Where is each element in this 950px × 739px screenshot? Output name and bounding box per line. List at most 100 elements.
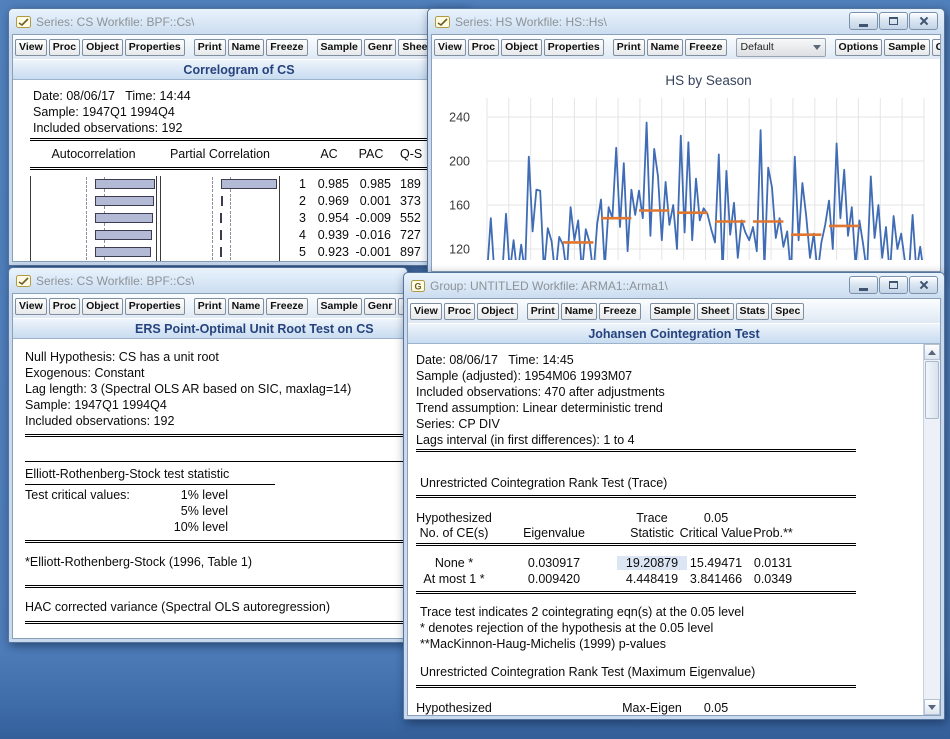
toolbar-button-print[interactable]: Print bbox=[194, 39, 226, 56]
correlogram-window: Series: CS Workfile: BPF::Cs\ ViewProcOb… bbox=[8, 8, 470, 266]
toolbar-button-options[interactable]: Options bbox=[835, 39, 883, 56]
pac-value: 0.001 bbox=[351, 193, 391, 210]
toolbar-button-spec[interactable]: Spec bbox=[771, 303, 804, 320]
toolbar-button-print[interactable]: Print bbox=[194, 298, 226, 315]
toolbar-button-print[interactable]: Print bbox=[527, 303, 559, 320]
table-header-cell: 0.05 bbox=[651, 510, 781, 526]
scroll-thumb[interactable] bbox=[925, 361, 939, 419]
toolbar-button-view[interactable]: View bbox=[434, 39, 466, 56]
toolbar-button-view[interactable]: View bbox=[15, 298, 47, 315]
ac-bar-cell bbox=[30, 210, 157, 227]
toolbar-button-freeze[interactable]: Freeze bbox=[685, 39, 726, 56]
toolbar-button-freeze[interactable]: Freeze bbox=[266, 39, 307, 56]
titlebar[interactable]: Series: HS Workfile: HS::Hs\ bbox=[428, 9, 944, 34]
graph-type-combo[interactable]: Default bbox=[736, 38, 826, 57]
arrow-up-icon bbox=[928, 350, 936, 355]
lag-number: 1 bbox=[288, 176, 306, 193]
lag-number: 4 bbox=[288, 227, 306, 244]
close-button[interactable] bbox=[909, 276, 938, 294]
toolbar-button-view[interactable]: View bbox=[15, 39, 47, 56]
lag-number: 5 bbox=[288, 244, 306, 261]
view-header-label: Johansen Cointegration Test bbox=[588, 327, 759, 341]
toolbar-button-object[interactable]: Object bbox=[501, 39, 542, 56]
table-header-cell: Hypothesized bbox=[408, 700, 519, 715]
maximize-button[interactable] bbox=[879, 12, 908, 30]
table-header-cell: Hypothesized bbox=[408, 510, 519, 526]
toolbar-button-freeze[interactable]: Freeze bbox=[599, 303, 640, 320]
titlebar[interactable]: Series: CS Workfile: BPF::Cs\ bbox=[9, 268, 407, 293]
footnote-label: *Elliott-Rothenberg-Stock (1996, Table 1… bbox=[25, 554, 252, 570]
toolbar-button-properties[interactable]: Properties bbox=[125, 39, 185, 56]
caption-buttons bbox=[849, 12, 938, 30]
close-button[interactable] bbox=[909, 12, 938, 30]
pac-bar bbox=[221, 196, 223, 206]
pac-bar-cell bbox=[160, 210, 280, 227]
pac-bar-cell bbox=[160, 244, 280, 261]
toolbar-button-stats[interactable]: Stats bbox=[736, 303, 770, 320]
toolbar-button-name[interactable]: Name bbox=[647, 39, 684, 56]
confidence-bound bbox=[230, 228, 231, 243]
toolbar: ViewProcObjectProperties PrintNameFreeze S… bbox=[13, 294, 403, 319]
titlebar[interactable]: Series: CS Workfile: BPF::Cs\ bbox=[9, 9, 469, 34]
toolbar-button-properties[interactable]: Properties bbox=[544, 39, 604, 56]
scroll-up-button[interactable] bbox=[924, 344, 940, 360]
toolbar-button-proc[interactable]: Proc bbox=[49, 298, 80, 315]
toolbar-button-properties[interactable]: Properties bbox=[125, 298, 185, 315]
confidence-bound bbox=[212, 177, 213, 192]
toolbar-button-sheet[interactable]: Sheet bbox=[697, 303, 734, 320]
scroll-down-button[interactable] bbox=[924, 699, 940, 715]
ac-bar bbox=[95, 230, 152, 240]
text-line: Null Hypothesis: CS has a unit root bbox=[25, 349, 351, 365]
view-header-label: ERS Point-Optimal Unit Root Test on CS bbox=[135, 322, 374, 336]
view-header: ERS Point-Optimal Unit Root Test on CS bbox=[13, 319, 403, 339]
lag-number: 2 bbox=[288, 193, 306, 210]
confidence-bound bbox=[212, 228, 213, 243]
info-lines: Null Hypothesis: CS has a unit rootExoge… bbox=[25, 349, 351, 429]
maximize-button[interactable] bbox=[879, 276, 908, 294]
toolbar-button-genr[interactable]: Genr bbox=[364, 298, 397, 315]
toolbar-button-proc[interactable]: Proc bbox=[468, 39, 499, 56]
confidence-bound bbox=[86, 228, 87, 243]
ac-bar-cell bbox=[30, 244, 157, 261]
toolbar-button-freeze[interactable]: Freeze bbox=[266, 298, 307, 315]
toolbar-button-genr[interactable]: Genr bbox=[364, 39, 397, 56]
toolbar-button-genr[interactable]: Genr bbox=[932, 39, 940, 56]
minimize-button[interactable] bbox=[849, 12, 878, 30]
toolbar-button-object[interactable]: Object bbox=[82, 298, 123, 315]
confidence-bound bbox=[212, 245, 213, 260]
confidence-bound bbox=[212, 211, 213, 226]
ac-value: 0.969 bbox=[309, 193, 349, 210]
pac-bar-cell bbox=[160, 176, 280, 193]
ers-test-window: Series: CS Workfile: BPF::Cs\ ViewProcOb… bbox=[8, 267, 408, 643]
table-header-cell: 0.05 bbox=[651, 700, 781, 715]
toolbar-button-name[interactable]: Name bbox=[228, 298, 265, 315]
toolbar-button-proc[interactable]: Proc bbox=[49, 39, 80, 56]
pac-bar bbox=[221, 179, 277, 189]
toolbar-button-sample[interactable]: Sample bbox=[650, 303, 695, 320]
toolbar-button-name[interactable]: Name bbox=[561, 303, 598, 320]
toolbar-button-sample[interactable]: Sample bbox=[884, 39, 929, 56]
titlebar[interactable]: G Group: UNTITLED Workfile: ARMA1::Arma1… bbox=[404, 273, 944, 298]
toolbar: ViewProcObjectProperties PrintNameFreeze D… bbox=[432, 35, 940, 60]
toolbar-button-proc[interactable]: Proc bbox=[444, 303, 475, 320]
confidence-bound bbox=[86, 177, 87, 192]
toolbar-button-view[interactable]: View bbox=[410, 303, 442, 320]
toolbar-button-sample[interactable]: Sample bbox=[317, 298, 362, 315]
toolbar-button-sample[interactable]: Sample bbox=[317, 39, 362, 56]
toolbar-button-object[interactable]: Object bbox=[82, 39, 123, 56]
toolbar-button-name[interactable]: Name bbox=[228, 39, 265, 56]
correlogram-rows: 10.9850.98518920.9690.00137330.954-0.009… bbox=[13, 80, 465, 261]
separator bbox=[25, 585, 403, 588]
separator bbox=[25, 434, 403, 437]
view-header-label: Correlogram of CS bbox=[183, 63, 294, 77]
toolbar: ViewProcObject PrintNameFreeze SampleSheet… bbox=[408, 299, 940, 324]
toolbar-button-print[interactable]: Print bbox=[613, 39, 645, 56]
window-title: Series: HS Workfile: HS::Hs\ bbox=[455, 15, 607, 29]
series-icon bbox=[16, 16, 31, 28]
vertical-scrollbar[interactable] bbox=[923, 344, 940, 715]
toolbar-button-object[interactable]: Object bbox=[477, 303, 518, 320]
text-line: Exogenous: Constant bbox=[25, 365, 351, 381]
minimize-button[interactable] bbox=[849, 276, 878, 294]
johansen-output: Date: 08/06/17 Time: 14:45Sample (adjust… bbox=[408, 344, 940, 715]
ac-value: 0.923 bbox=[309, 244, 349, 261]
